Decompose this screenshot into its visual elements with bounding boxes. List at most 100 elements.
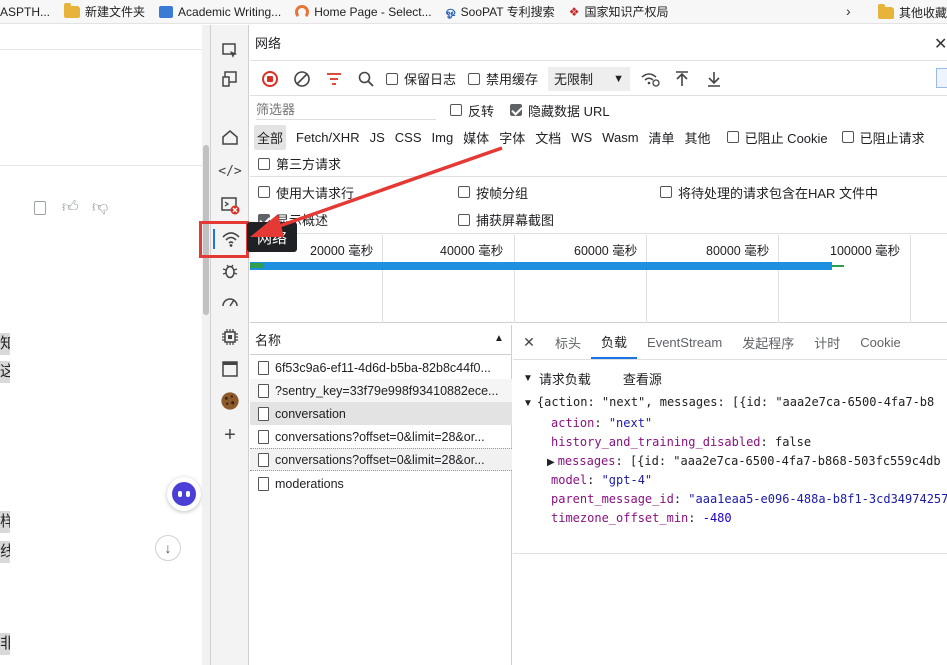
elements-code-icon[interactable]: </> (218, 161, 241, 181)
application-window-icon[interactable] (220, 359, 240, 379)
console-error-icon[interactable] (220, 195, 240, 215)
type-filter-all[interactable]: 全部 (254, 124, 287, 150)
tab-eventstream[interactable]: EventStream (637, 325, 732, 359)
page-scrollbar[interactable] (202, 25, 210, 665)
checkbox-box[interactable] (458, 213, 470, 226)
checkbox-box[interactable] (450, 104, 462, 116)
timeline-overview[interactable]: 20000 毫秒 40000 毫秒 60000 毫秒 80000 毫秒 1000… (250, 235, 947, 323)
folder-icon (64, 2, 81, 18)
invert-checkbox[interactable]: 反转 (450, 101, 494, 120)
blocked-cookies-checkbox[interactable]: 已阻止 Cookie (726, 128, 828, 147)
export-har-button[interactable] (702, 67, 726, 91)
checkbox-box[interactable] (258, 186, 270, 198)
record-button[interactable] (258, 67, 282, 91)
type-filter-js[interactable]: JS (370, 130, 385, 145)
preserve-log-checkbox[interactable]: 保留日志 (386, 69, 456, 88)
checkbox-box[interactable] (468, 72, 481, 85)
chevron-right-icon[interactable]: › (846, 3, 851, 19)
bookmark-cnipa[interactable]: ❖ 国家知识产权局 (569, 3, 669, 20)
throttling-select[interactable]: 无限制 ▼ (548, 66, 631, 91)
bookmark-soopat[interactable]: ஓ SooPAT 专利搜索 (446, 3, 555, 20)
disable-cache-checkbox[interactable]: 禁用缓存 (468, 69, 538, 88)
tab-headers[interactable]: 标头 (545, 325, 591, 359)
type-filter-doc[interactable]: 文档 (535, 128, 561, 147)
view-source-link[interactable]: 查看源 (623, 369, 662, 388)
payload-root[interactable]: ▼ {action: "next", messages: [{id: "aaa2e… (523, 395, 947, 409)
settings-edge-button[interactable] (936, 68, 947, 88)
capture-screenshots-checkbox[interactable]: 捕获屏幕截图 (458, 210, 554, 229)
network-tooltip: 网络 (247, 222, 298, 252)
bookmark-home-page[interactable]: Home Page - Select... (295, 4, 432, 19)
inspect-element-icon[interactable] (220, 41, 240, 61)
request-row[interactable]: conversations?offset=0&limit=28&or... (250, 425, 512, 448)
device-emulation-icon[interactable] (220, 69, 240, 89)
checkbox-box[interactable] (660, 186, 672, 198)
bookmark-aspth[interactable]: ASPTH... (0, 5, 50, 19)
checkbox-box[interactable] (386, 72, 398, 85)
payload-field-messages[interactable]: ▶ messages: [{id: "aaa2e7ca-6500-4fa7-b86… (547, 454, 947, 468)
assistant-bot-button[interactable] (167, 477, 201, 511)
request-row[interactable]: 6f53c9a6-ef11-4d6d-b5ba-82b8c44f0... (250, 356, 512, 379)
tab-cookies[interactable]: Cookie (850, 325, 910, 359)
home-icon[interactable] (220, 127, 240, 147)
tab-initiator[interactable]: 发起程序 (732, 325, 804, 359)
hide-data-urls-checkbox[interactable]: 隐藏数据 URL (510, 101, 610, 120)
checkbox-box[interactable] (258, 157, 270, 170)
tab-payload[interactable]: 负载 (591, 325, 638, 359)
bookmark-label: 其他收藏 (899, 6, 947, 20)
type-filter-media[interactable]: 媒体 (463, 128, 489, 147)
filter-toggle-button[interactable] (322, 67, 346, 91)
request-row-selected[interactable]: conversation (250, 402, 512, 425)
type-filter-img[interactable]: Img (432, 130, 454, 145)
request-row[interactable]: conversations?offset=0&limit=28&or... (250, 448, 512, 471)
close-detail-icon[interactable]: ✕ (513, 334, 545, 351)
large-rows-checkbox[interactable]: 使用大请求行 (258, 183, 354, 202)
request-row[interactable]: ?sentry_key=33f79e998f93410882ece... (250, 379, 512, 402)
third-party-checkbox[interactable]: 第三方请求 (258, 154, 341, 173)
tab-timing[interactable]: 计时 (804, 325, 850, 359)
type-filter-fetch-xhr[interactable]: Fetch/XHR (296, 130, 360, 145)
copy-icon[interactable] (34, 201, 46, 215)
type-filter-css[interactable]: CSS (395, 130, 422, 145)
request-row[interactable]: moderations (250, 472, 512, 495)
checkbox-box[interactable] (510, 104, 523, 116)
search-button[interactable] (354, 67, 378, 91)
payload-section-header[interactable]: ▼ 请求负载 查看源 (523, 369, 662, 388)
add-tool-plus-icon[interactable]: + (220, 424, 240, 446)
bookmark-new-folder[interactable]: 新建文件夹 (64, 2, 145, 20)
name-column-header[interactable]: 名称 ▲ (250, 325, 512, 355)
type-filter-font[interactable]: 字体 (499, 128, 525, 147)
sort-ascending-icon[interactable]: ▲ (494, 333, 504, 344)
memory-chip-icon[interactable] (220, 327, 240, 347)
har-pending-checkbox[interactable]: 将待处理的请求包含在HAR 文件中 (660, 183, 878, 202)
checkbox-box[interactable] (841, 131, 854, 143)
network-conditions-button[interactable] (638, 67, 662, 91)
clear-button[interactable] (290, 67, 314, 91)
scroll-down-button[interactable]: ↓ (155, 535, 181, 561)
checkbox-box[interactable] (726, 131, 739, 143)
bookmark-other[interactable]: 其他收藏 (878, 3, 947, 21)
close-icon[interactable]: ✕ (934, 34, 947, 54)
field-value: [{id: "aaa2e7ca-6500-4fa7-b868-503fc559c… (629, 454, 941, 468)
group-by-frame-checkbox[interactable]: 按帧分组 (458, 183, 528, 202)
type-filter-other[interactable]: 其他 (685, 128, 711, 147)
type-filter-manifest[interactable]: 清单 (649, 128, 675, 147)
checkbox-box[interactable] (458, 186, 470, 198)
timeline-gridline (646, 235, 647, 323)
performance-gauge-icon[interactable] (220, 293, 240, 313)
import-har-button[interactable] (670, 67, 694, 91)
thumbs-down-icon[interactable]: 👎︎ (92, 198, 108, 217)
blocked-requests-label: 已阻止请求 (859, 130, 925, 146)
blocked-requests-checkbox[interactable]: 已阻止请求 (841, 128, 925, 147)
filter-input[interactable] (256, 100, 436, 120)
bookmark-academic-writing[interactable]: Academic Writing... (159, 5, 281, 19)
type-filter-ws[interactable]: WS (571, 130, 592, 145)
cookie-icon[interactable] (220, 391, 240, 411)
bookmark-label: ASPTH... (0, 4, 51, 19)
sources-bug-icon[interactable] (220, 261, 240, 281)
settings-row-2: 显示概述 捕获屏幕截图 (250, 206, 947, 234)
type-filter-wasm[interactable]: Wasm (602, 130, 638, 145)
divider (0, 49, 210, 50)
detail-tabs: ✕ 标头 负载 EventStream 发起程序 计时 Cookie (513, 325, 947, 360)
thumbs-up-icon[interactable]: 👍︎ (62, 198, 79, 217)
